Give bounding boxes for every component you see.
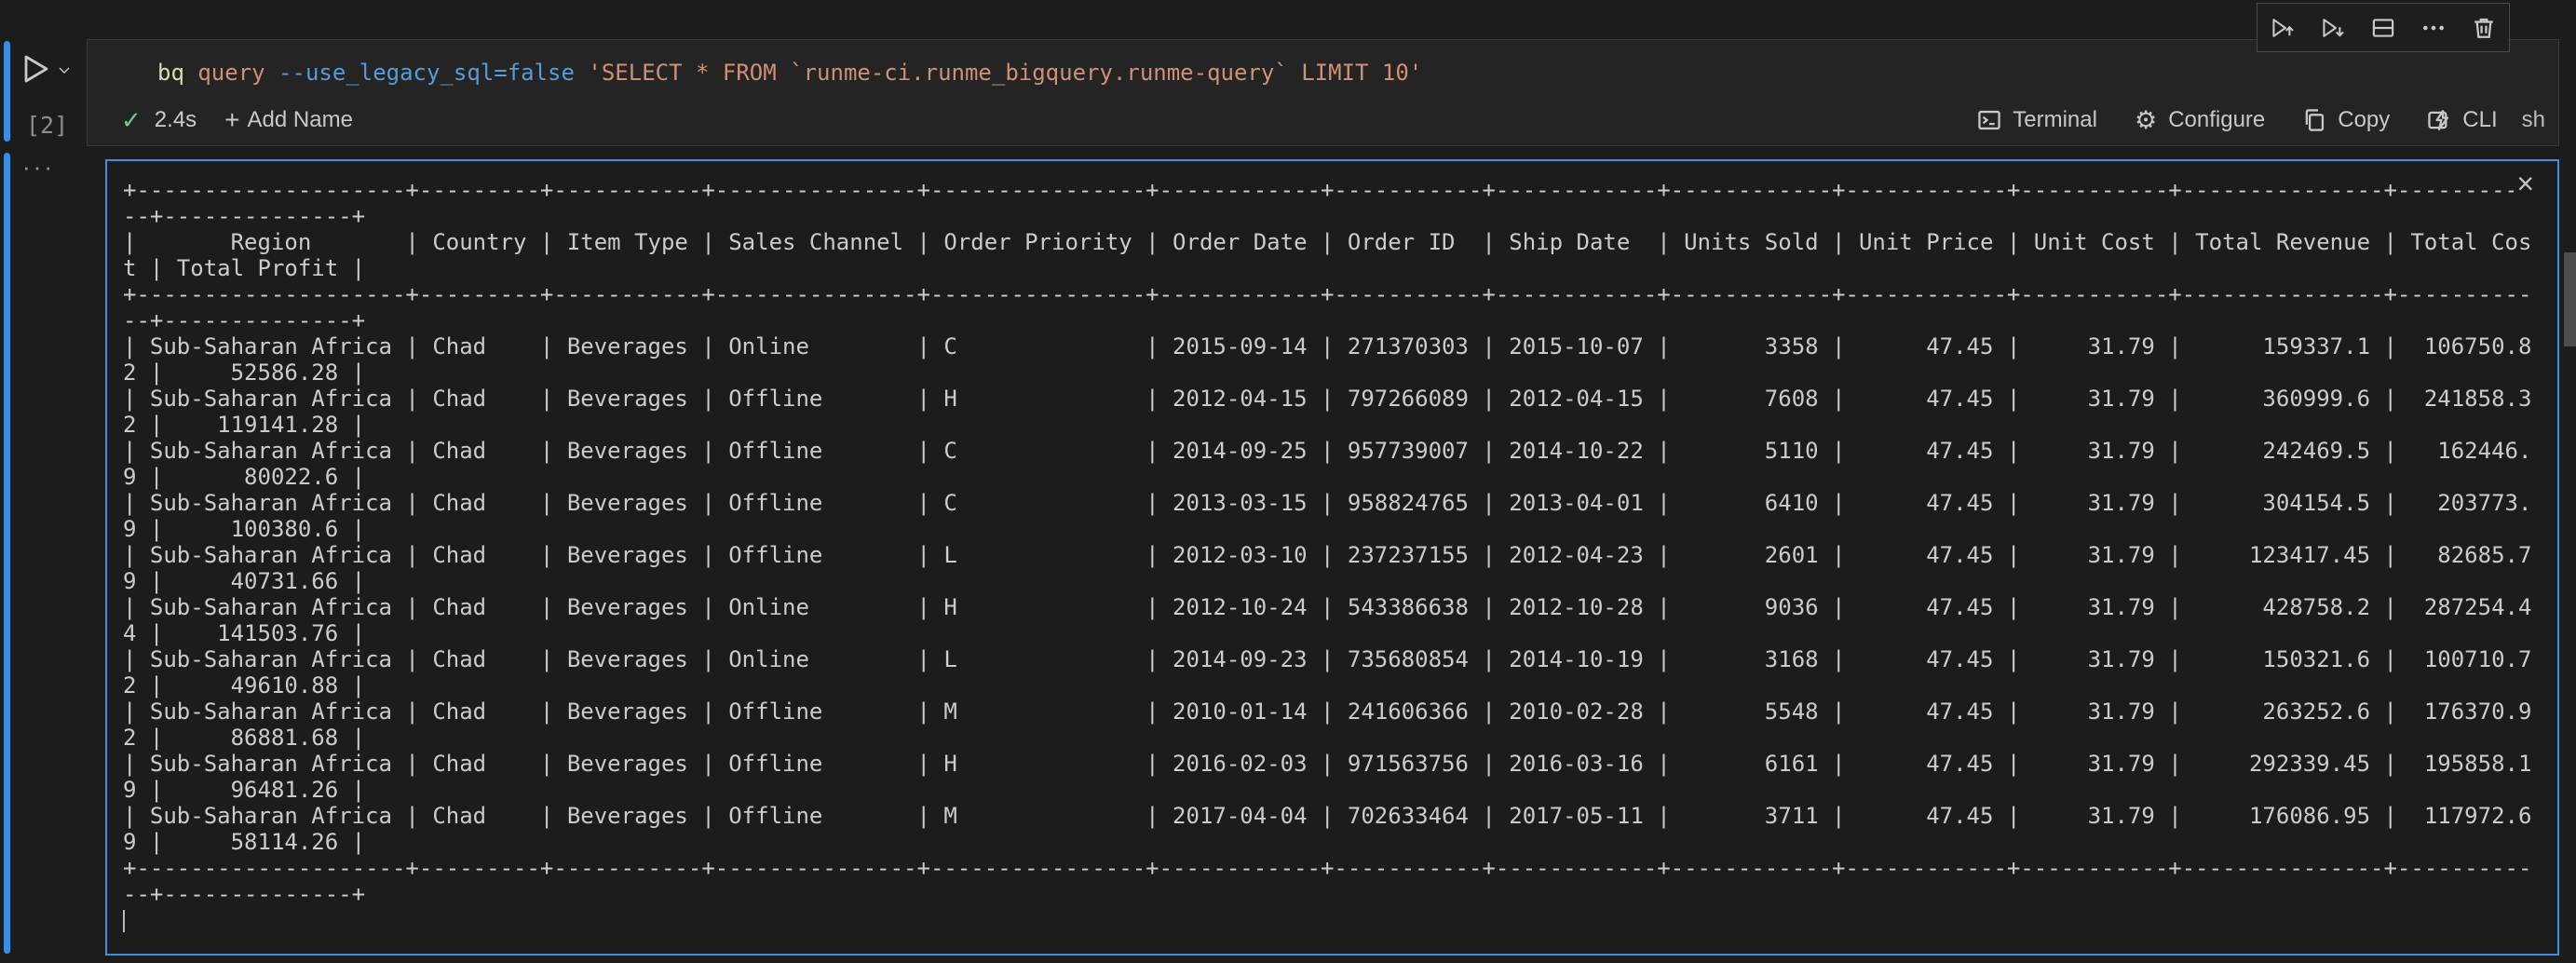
run-cell-button[interactable] — [20, 52, 52, 90]
terminal-line: --+--------------+ — [123, 203, 2554, 229]
command-token: bq — [157, 60, 184, 86]
terminal-line: 9 | 40731.66 | — [123, 568, 2554, 594]
copy-button[interactable]: Copy — [2302, 107, 2390, 133]
terminal-line: 4 | 141503.76 | — [123, 620, 2554, 646]
language-picker[interactable]: sh — [2522, 107, 2545, 133]
terminal-line: | Sub-Saharan Africa | Chad | Beverages … — [123, 438, 2554, 464]
terminal-line: +--------------------+---------+--------… — [123, 177, 2554, 203]
close-output-icon[interactable]: × — [2514, 169, 2537, 198]
terminal-line: 2 | 52586.28 | — [123, 359, 2554, 386]
cli-icon — [2427, 108, 2451, 132]
copy-icon — [2302, 108, 2326, 132]
command-token: 'SELECT * FROM `runme-ci.runme_bigquery.… — [575, 60, 1422, 86]
success-check-icon: ✓ — [121, 106, 142, 135]
terminal-line: | Sub-Saharan Africa | Chad | Beverages … — [123, 490, 2554, 516]
delete-cell-icon[interactable] — [2470, 14, 2498, 42]
terminal-line: | Sub-Saharan Africa | Chad | Beverages … — [123, 594, 2554, 620]
terminal-cursor-line — [123, 907, 2554, 933]
terminal-line: | Sub-Saharan Africa | Chad | Beverages … — [123, 386, 2554, 412]
terminal-line: | Sub-Saharan Africa | Chad | Beverages … — [123, 803, 2554, 829]
execution-duration: 2.4s — [155, 107, 197, 133]
terminal-line: --+--------------+ — [123, 881, 2554, 907]
terminal-line: t | Total Profit | — [123, 255, 2554, 281]
run-options-chevron-icon[interactable] — [58, 63, 71, 80]
terminal-line: 9 | 96481.26 | — [123, 777, 2554, 803]
terminal-line: +--------------------+---------+--------… — [123, 855, 2554, 881]
terminal-cursor — [123, 910, 125, 932]
terminal-line: 2 | 86881.68 | — [123, 725, 2554, 751]
terminal-line: 9 | 58114.26 | — [123, 829, 2554, 855]
play-icon — [20, 52, 52, 86]
split-cell-icon[interactable] — [2369, 14, 2397, 42]
cell-status-bar: ✓ 2.4s + Add Name Terminal ⚙ Configure C… — [121, 100, 2549, 141]
terminal-line: 9 | 100380.6 | — [123, 516, 2554, 542]
command-text[interactable]: bq query --use_legacy_sql=false 'SELECT … — [157, 57, 1422, 88]
cell-toolbar — [2257, 3, 2510, 52]
execution-count: [2] — [26, 112, 68, 139]
terminal-output[interactable]: +--------------------+---------+--------… — [123, 177, 2554, 950]
output-focus-bar — [4, 153, 10, 954]
more-actions-icon[interactable] — [2420, 14, 2447, 42]
terminal-line: --+--------------+ — [123, 307, 2554, 333]
command-token: --use_legacy_sql=false — [278, 60, 575, 86]
command-token: query — [184, 60, 278, 86]
plus-icon: + — [224, 105, 239, 135]
execute-above-icon[interactable] — [2269, 14, 2297, 42]
terminal-line: | Region | Country | Item Type | Sales C… — [123, 229, 2554, 255]
configure-button[interactable]: ⚙ Configure — [2135, 107, 2265, 133]
terminal-line: | Sub-Saharan Africa | Chad | Beverages … — [123, 542, 2554, 568]
cli-button[interactable]: CLI — [2427, 107, 2497, 133]
terminal-icon — [1977, 108, 2001, 132]
output-options-icon[interactable]: ··· — [22, 153, 55, 182]
execute-below-icon[interactable] — [2319, 14, 2347, 42]
terminal-line: 2 | 119141.28 | — [123, 412, 2554, 438]
terminal-line: 9 | 80022.6 | — [123, 464, 2554, 490]
terminal-line: 2 | 49610.88 | — [123, 672, 2554, 699]
terminal-line: +--------------------+---------+--------… — [123, 281, 2554, 307]
scrollbar-thumb[interactable] — [2564, 252, 2576, 346]
terminal-line: | Sub-Saharan Africa | Chad | Beverages … — [123, 333, 2554, 359]
terminal-line: | Sub-Saharan Africa | Chad | Beverages … — [123, 751, 2554, 777]
terminal-button[interactable]: Terminal — [1977, 107, 2097, 133]
cell-focus-bar — [4, 41, 10, 142]
add-name-button[interactable]: + Add Name — [224, 105, 353, 135]
gear-icon: ⚙ — [2135, 108, 2157, 133]
terminal-line: | Sub-Saharan Africa | Chad | Beverages … — [123, 646, 2554, 672]
code-cell: bq query --use_legacy_sql=false 'SELECT … — [87, 39, 2559, 146]
cell-output: +--------------------+---------+--------… — [105, 159, 2559, 956]
terminal-line: | Sub-Saharan Africa | Chad | Beverages … — [123, 699, 2554, 725]
